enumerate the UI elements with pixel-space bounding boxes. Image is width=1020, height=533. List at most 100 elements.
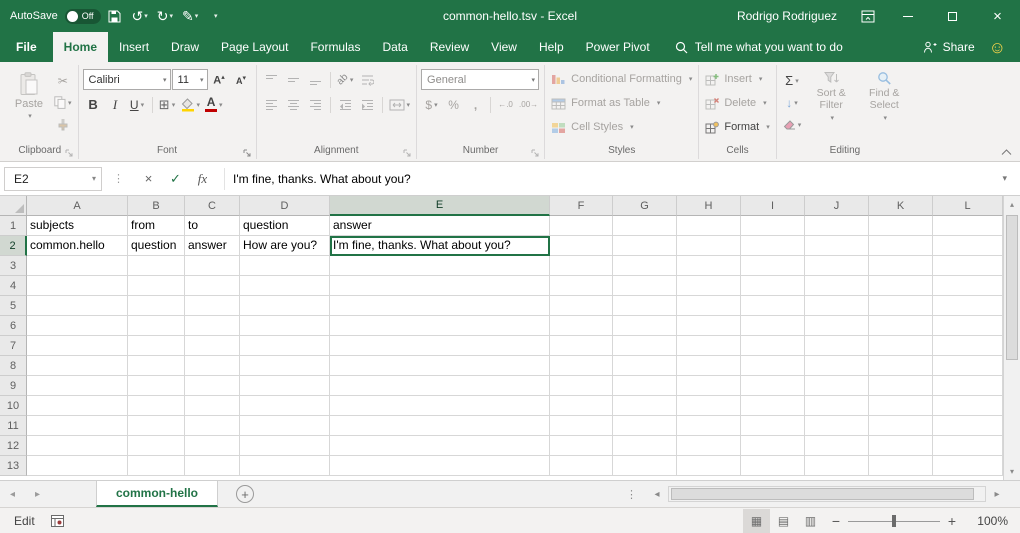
cell-I13[interactable] [741, 456, 805, 476]
scroll-up-button[interactable]: ▴ [1004, 196, 1020, 213]
cell-I12[interactable] [741, 436, 805, 456]
fill-color-button[interactable]: ▾ [179, 94, 203, 115]
format-as-table-button[interactable]: Format as Table ▾ [549, 91, 694, 115]
cell-J7[interactable] [805, 336, 869, 356]
cell-H6[interactable] [677, 316, 741, 336]
column-header-B[interactable]: B [128, 196, 185, 216]
cell-F13[interactable] [550, 456, 613, 476]
cell-H10[interactable] [677, 396, 741, 416]
row-header-9[interactable]: 9 [0, 376, 27, 396]
cell-D1[interactable]: question [240, 216, 330, 236]
cell-D8[interactable] [240, 356, 330, 376]
number-dialog-launcher[interactable] [531, 149, 540, 158]
cell-G6[interactable] [613, 316, 677, 336]
cell-A12[interactable] [27, 436, 128, 456]
alignment-dialog-launcher[interactable] [403, 149, 412, 158]
cell-D4[interactable] [240, 276, 330, 296]
cell-B7[interactable] [128, 336, 185, 356]
cell-I1[interactable] [741, 216, 805, 236]
increase-decimal-button[interactable]: ←.0 [495, 94, 516, 115]
decrease-indent-button[interactable] [335, 94, 356, 115]
row-header-10[interactable]: 10 [0, 396, 27, 416]
cell-K2[interactable] [869, 236, 933, 256]
autosave-toggle[interactable]: Off [65, 9, 101, 24]
minimize-button[interactable] [885, 0, 930, 32]
feedback-smiley-button[interactable]: ☺ [985, 39, 1016, 56]
merge-center-button[interactable]: ▾ [387, 94, 413, 115]
font-name-combobox[interactable]: Calibri ▾ [83, 69, 171, 90]
column-header-D[interactable]: D [240, 196, 330, 216]
cell-J9[interactable] [805, 376, 869, 396]
cell-L8[interactable] [933, 356, 1003, 376]
column-header-L[interactable]: L [933, 196, 1003, 216]
vertical-scrollbar-track[interactable] [1004, 213, 1020, 463]
cell-K9[interactable] [869, 376, 933, 396]
ribbon-tab-file[interactable]: File [0, 32, 53, 62]
cell-G13[interactable] [613, 456, 677, 476]
cell-H12[interactable] [677, 436, 741, 456]
row-header-6[interactable]: 6 [0, 316, 27, 336]
cell-L13[interactable] [933, 456, 1003, 476]
wrap-text-button[interactable] [357, 69, 378, 90]
row-header-1[interactable]: 1 [0, 216, 27, 236]
cell-D3[interactable] [240, 256, 330, 276]
hscroll-right-button[interactable]: ▸ [986, 481, 1008, 507]
cell-C12[interactable] [185, 436, 240, 456]
cell-B1[interactable]: from [128, 216, 185, 236]
cell-K1[interactable] [869, 216, 933, 236]
cell-I7[interactable] [741, 336, 805, 356]
cell-H4[interactable] [677, 276, 741, 296]
cell-K11[interactable] [869, 416, 933, 436]
cell-G4[interactable] [613, 276, 677, 296]
horizontal-scrollbar[interactable] [668, 486, 986, 502]
cell-I3[interactable] [741, 256, 805, 276]
cell-F12[interactable] [550, 436, 613, 456]
close-button[interactable]: × [975, 0, 1020, 32]
cell-L12[interactable] [933, 436, 1003, 456]
ribbon-tab-review[interactable]: Review [419, 32, 480, 62]
zoom-slider[interactable] [848, 509, 940, 533]
increase-indent-button[interactable] [357, 94, 378, 115]
cell-B3[interactable] [128, 256, 185, 276]
cell-D12[interactable] [240, 436, 330, 456]
middle-align-button[interactable] [283, 69, 304, 90]
percent-style-button[interactable]: % [443, 94, 464, 115]
align-left-button[interactable] [261, 94, 282, 115]
cell-A5[interactable] [27, 296, 128, 316]
cell-I9[interactable] [741, 376, 805, 396]
cell-F5[interactable] [550, 296, 613, 316]
cell-L2[interactable] [933, 236, 1003, 256]
cell-D2[interactable]: How are you? [240, 236, 330, 256]
cell-K12[interactable] [869, 436, 933, 456]
cell-A6[interactable] [27, 316, 128, 336]
cell-E7[interactable] [330, 336, 550, 356]
redo-button[interactable]: ↻▾ [154, 3, 176, 29]
cell-F1[interactable] [550, 216, 613, 236]
cell-I5[interactable] [741, 296, 805, 316]
cell-I2[interactable] [741, 236, 805, 256]
select-all-button[interactable] [0, 196, 27, 216]
cell-D5[interactable] [240, 296, 330, 316]
cell-G10[interactable] [613, 396, 677, 416]
cell-G7[interactable] [613, 336, 677, 356]
maximize-button[interactable] [930, 0, 975, 32]
font-size-combobox[interactable]: 11 ▾ [172, 69, 208, 90]
sort-filter-button[interactable]: Sort & Filter ▾ [806, 65, 856, 144]
ribbon-tab-page-layout[interactable]: Page Layout [210, 32, 299, 62]
align-right-button[interactable] [305, 94, 326, 115]
undo-button[interactable]: ↺▾ [129, 3, 151, 29]
cell-K3[interactable] [869, 256, 933, 276]
cell-A13[interactable] [27, 456, 128, 476]
vertical-scrollbar[interactable]: ▴ ▾ [1003, 196, 1020, 480]
top-align-button[interactable] [261, 69, 282, 90]
page-break-view-button[interactable]: ▥ [797, 509, 824, 533]
autosum-button[interactable]: Σ▾ [781, 70, 804, 91]
cell-B5[interactable] [128, 296, 185, 316]
cell-L6[interactable] [933, 316, 1003, 336]
ribbon-tab-view[interactable]: View [480, 32, 528, 62]
cell-B4[interactable] [128, 276, 185, 296]
cell-K10[interactable] [869, 396, 933, 416]
bold-button[interactable]: B [83, 94, 104, 115]
cell-E1[interactable]: answer [330, 216, 550, 236]
cell-A9[interactable] [27, 376, 128, 396]
